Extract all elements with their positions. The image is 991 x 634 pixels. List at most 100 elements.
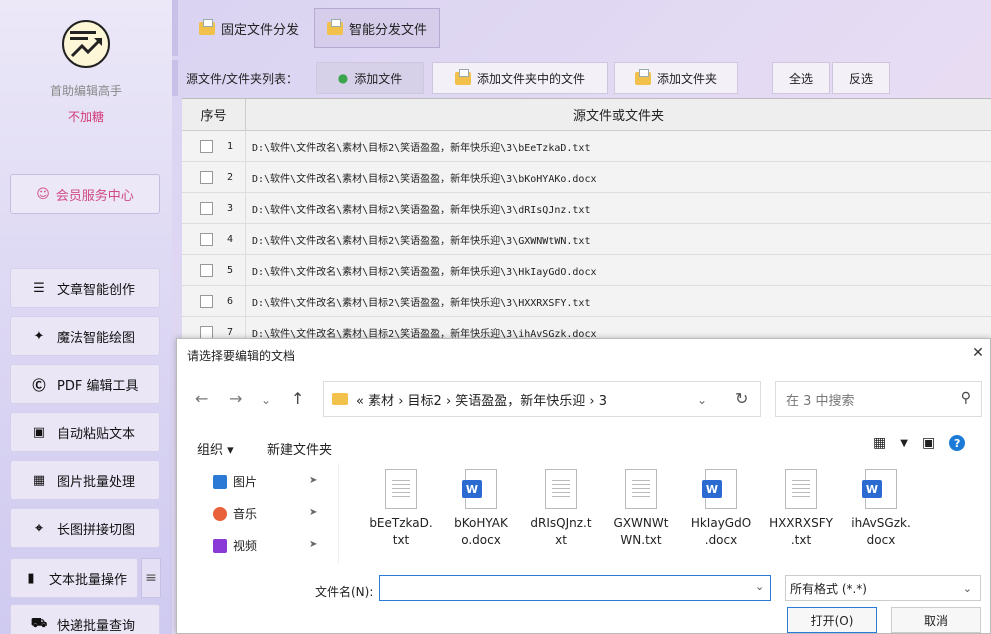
organize-menu[interactable]: 组织 ▾: [197, 439, 234, 458]
file-item[interactable]: dRIsQJnz.t xt: [521, 469, 601, 549]
nav-videos[interactable]: 视频: [213, 537, 257, 554]
nav-text-batch[interactable]: ▮ 文本批量操作: [10, 558, 138, 598]
search-input[interactable]: 在 3 中搜索 ⚲: [775, 381, 982, 417]
filename-dropdown-icon[interactable]: ⌄: [755, 580, 764, 593]
image-icon: ▦: [32, 472, 46, 488]
row-checkbox[interactable]: [200, 294, 213, 308]
file-item[interactable]: bEeTzkaD. txt: [361, 469, 441, 549]
up-arrow-icon[interactable]: ↑: [291, 389, 304, 408]
row-checkbox[interactable]: [200, 170, 213, 184]
new-folder-button[interactable]: 新建文件夹: [267, 439, 332, 458]
row-checkbox[interactable]: [200, 232, 213, 246]
plus-circle-icon: ●: [337, 71, 349, 85]
view-dropdown-icon[interactable]: ▼: [900, 438, 908, 449]
text-file-icon: [785, 469, 817, 509]
nav-music[interactable]: 音乐: [213, 505, 257, 522]
nav-pictures[interactable]: 图片: [213, 473, 257, 490]
invert-selection-button[interactable]: 反选: [832, 62, 890, 94]
pin-icon[interactable]: ➤: [309, 507, 317, 518]
text-file-icon: [385, 469, 417, 509]
cancel-button[interactable]: 取消: [891, 607, 981, 633]
close-icon[interactable]: ✕: [966, 341, 990, 365]
nav-label: 文本批量操作: [49, 572, 128, 588]
row-index: 7: [227, 326, 234, 338]
recent-chevron-icon[interactable]: ⌄: [261, 393, 271, 407]
clipboard-icon: ▣: [32, 424, 46, 440]
tab-label: 固定文件分发: [221, 22, 300, 38]
app-name: 首助编辑高手: [49, 84, 122, 98]
back-arrow-icon[interactable]: ←: [195, 389, 208, 408]
videos-icon: [213, 538, 227, 553]
file-item[interactable]: W ihAvSGzk. docx: [841, 469, 921, 549]
file-item[interactable]: W bKoHYAK o.docx: [441, 469, 521, 549]
select-all-button[interactable]: 全选: [772, 62, 830, 94]
folder-icon: [327, 18, 343, 35]
word-file-icon: W: [462, 469, 497, 509]
nav-article-writing[interactable]: ☰ 文章智能创作: [10, 268, 160, 308]
address-dropdown-icon[interactable]: ⌄: [697, 393, 707, 407]
nav-auto-paste[interactable]: ▣ 自动粘贴文本: [10, 412, 160, 452]
table-row[interactable]: 5 D:\软件\文件改名\素材\目标2\笑语盈盈，新年快乐迎\3\HkIayGd…: [182, 255, 991, 286]
source-file-table: 序号 源文件或文件夹 1 D:\软件\文件改名\素材\目标2\笑语盈盈，新年快乐…: [182, 98, 991, 348]
app-subtitle: 不加糖: [67, 110, 104, 124]
help-icon[interactable]: ?: [949, 435, 966, 451]
open-button[interactable]: 打开(O): [787, 607, 877, 633]
tab-label: 智能分发文件: [349, 22, 428, 38]
nav-express-query[interactable]: ⛟ 快递批量查询: [10, 604, 160, 634]
row-index: 4: [227, 233, 234, 245]
folder-icon: [454, 68, 471, 85]
view-grid-icon[interactable]: ▦: [873, 435, 886, 451]
table-row[interactable]: 1 D:\软件\文件改名\素材\目标2\笑语盈盈，新年快乐迎\3\bEeTzka…: [182, 131, 991, 162]
row-path: D:\软件\文件改名\素材\目标2\笑语盈盈，新年快乐迎\3\bEeTzkaD.…: [252, 142, 591, 154]
user-icon: ☺: [36, 186, 50, 202]
pin-icon[interactable]: ➤: [309, 539, 317, 550]
address-bar[interactable]: « 素材 › 目标2 › 笑语盈盈，新年快乐迎 › 3: [323, 381, 761, 417]
file-name: ihAvSGzk. docx: [851, 516, 911, 547]
forward-arrow-icon[interactable]: →: [229, 389, 242, 408]
file-name: HXXRXSFY .txt: [769, 516, 833, 547]
menu-toggle-button[interactable]: ≡: [141, 558, 161, 598]
table-row[interactable]: 3 D:\软件\文件改名\素材\目标2\笑语盈盈，新年快乐迎\3\dRIsQJn…: [182, 193, 991, 224]
tab-smart-distribute[interactable]: 智能分发文件: [314, 8, 441, 48]
row-checkbox[interactable]: [200, 201, 213, 215]
add-folder-files-button[interactable]: 添加文件夹中的文件: [432, 62, 608, 94]
row-checkbox[interactable]: [200, 263, 213, 277]
filetype-select[interactable]: 所有格式 (*.*) ⌄: [785, 575, 981, 601]
add-folder-button[interactable]: 添加文件夹: [614, 62, 738, 94]
row-checkbox[interactable]: [200, 325, 213, 339]
menu-lines-icon: ☰: [33, 280, 45, 296]
app-logo-icon: [62, 20, 110, 68]
pin-icon[interactable]: ➤: [309, 475, 317, 486]
tab-fixed-distribute[interactable]: 固定文件分发: [186, 8, 312, 48]
file-name: bKoHYAK o.docx: [454, 516, 508, 547]
file-name: bEeTzkaD. txt: [369, 516, 433, 547]
search-placeholder: 在 3 中搜索: [786, 393, 855, 409]
row-path: D:\软件\文件改名\素材\目标2\笑语盈盈，新年快乐迎\3\HkIayGdO.…: [252, 266, 597, 278]
filename-input[interactable]: [379, 575, 771, 601]
nav-image-batch[interactable]: ▦ 图片批量处理: [10, 460, 160, 500]
file-item[interactable]: GXWNWt WN.txt: [601, 469, 681, 549]
nav-label: 快递批量查询: [57, 618, 136, 634]
table-row[interactable]: 4 D:\软件\文件改名\素材\目标2\笑语盈盈，新年快乐迎\3\GXWNWtW…: [182, 224, 991, 255]
table-row[interactable]: 6 D:\软件\文件改名\素材\目标2\笑语盈盈，新年快乐迎\3\HXXRXSF…: [182, 286, 991, 317]
nav-long-image[interactable]: ⌖ 长图拼接切图: [10, 508, 160, 548]
refresh-icon[interactable]: ↻: [735, 389, 748, 408]
row-index: 2: [227, 171, 234, 183]
row-path: D:\软件\文件改名\素材\目标2\笑语盈盈，新年快乐迎\3\HXXRXSFY.…: [252, 297, 591, 309]
member-center-button[interactable]: ☺ 会员服务中心: [10, 174, 160, 214]
row-checkbox[interactable]: [200, 139, 213, 153]
search-icon: ⚲: [960, 390, 971, 406]
preview-pane-icon[interactable]: ▣: [922, 435, 935, 451]
nav-pdf-tool[interactable]: Ⓒ PDF 编辑工具: [10, 364, 160, 404]
col-index-header: 序号: [182, 99, 246, 130]
file-item[interactable]: W HkIayGdO .docx: [681, 469, 761, 549]
view-controls: ▦ ▼ ▣ ?: [873, 435, 966, 451]
row-index: 6: [227, 295, 234, 307]
filetype-value: 所有格式 (*.*): [790, 581, 867, 596]
row-index: 1: [227, 140, 234, 152]
nav-magic-drawing[interactable]: ✦ 魔法智能绘图: [10, 316, 160, 356]
add-file-button[interactable]: ● 添加文件: [316, 62, 424, 94]
table-row[interactable]: 2 D:\软件\文件改名\素材\目标2\笑语盈盈，新年快乐迎\3\bKoHYAK…: [182, 162, 991, 193]
folder-icon: [634, 68, 651, 85]
file-item[interactable]: HXXRXSFY .txt: [761, 469, 841, 549]
